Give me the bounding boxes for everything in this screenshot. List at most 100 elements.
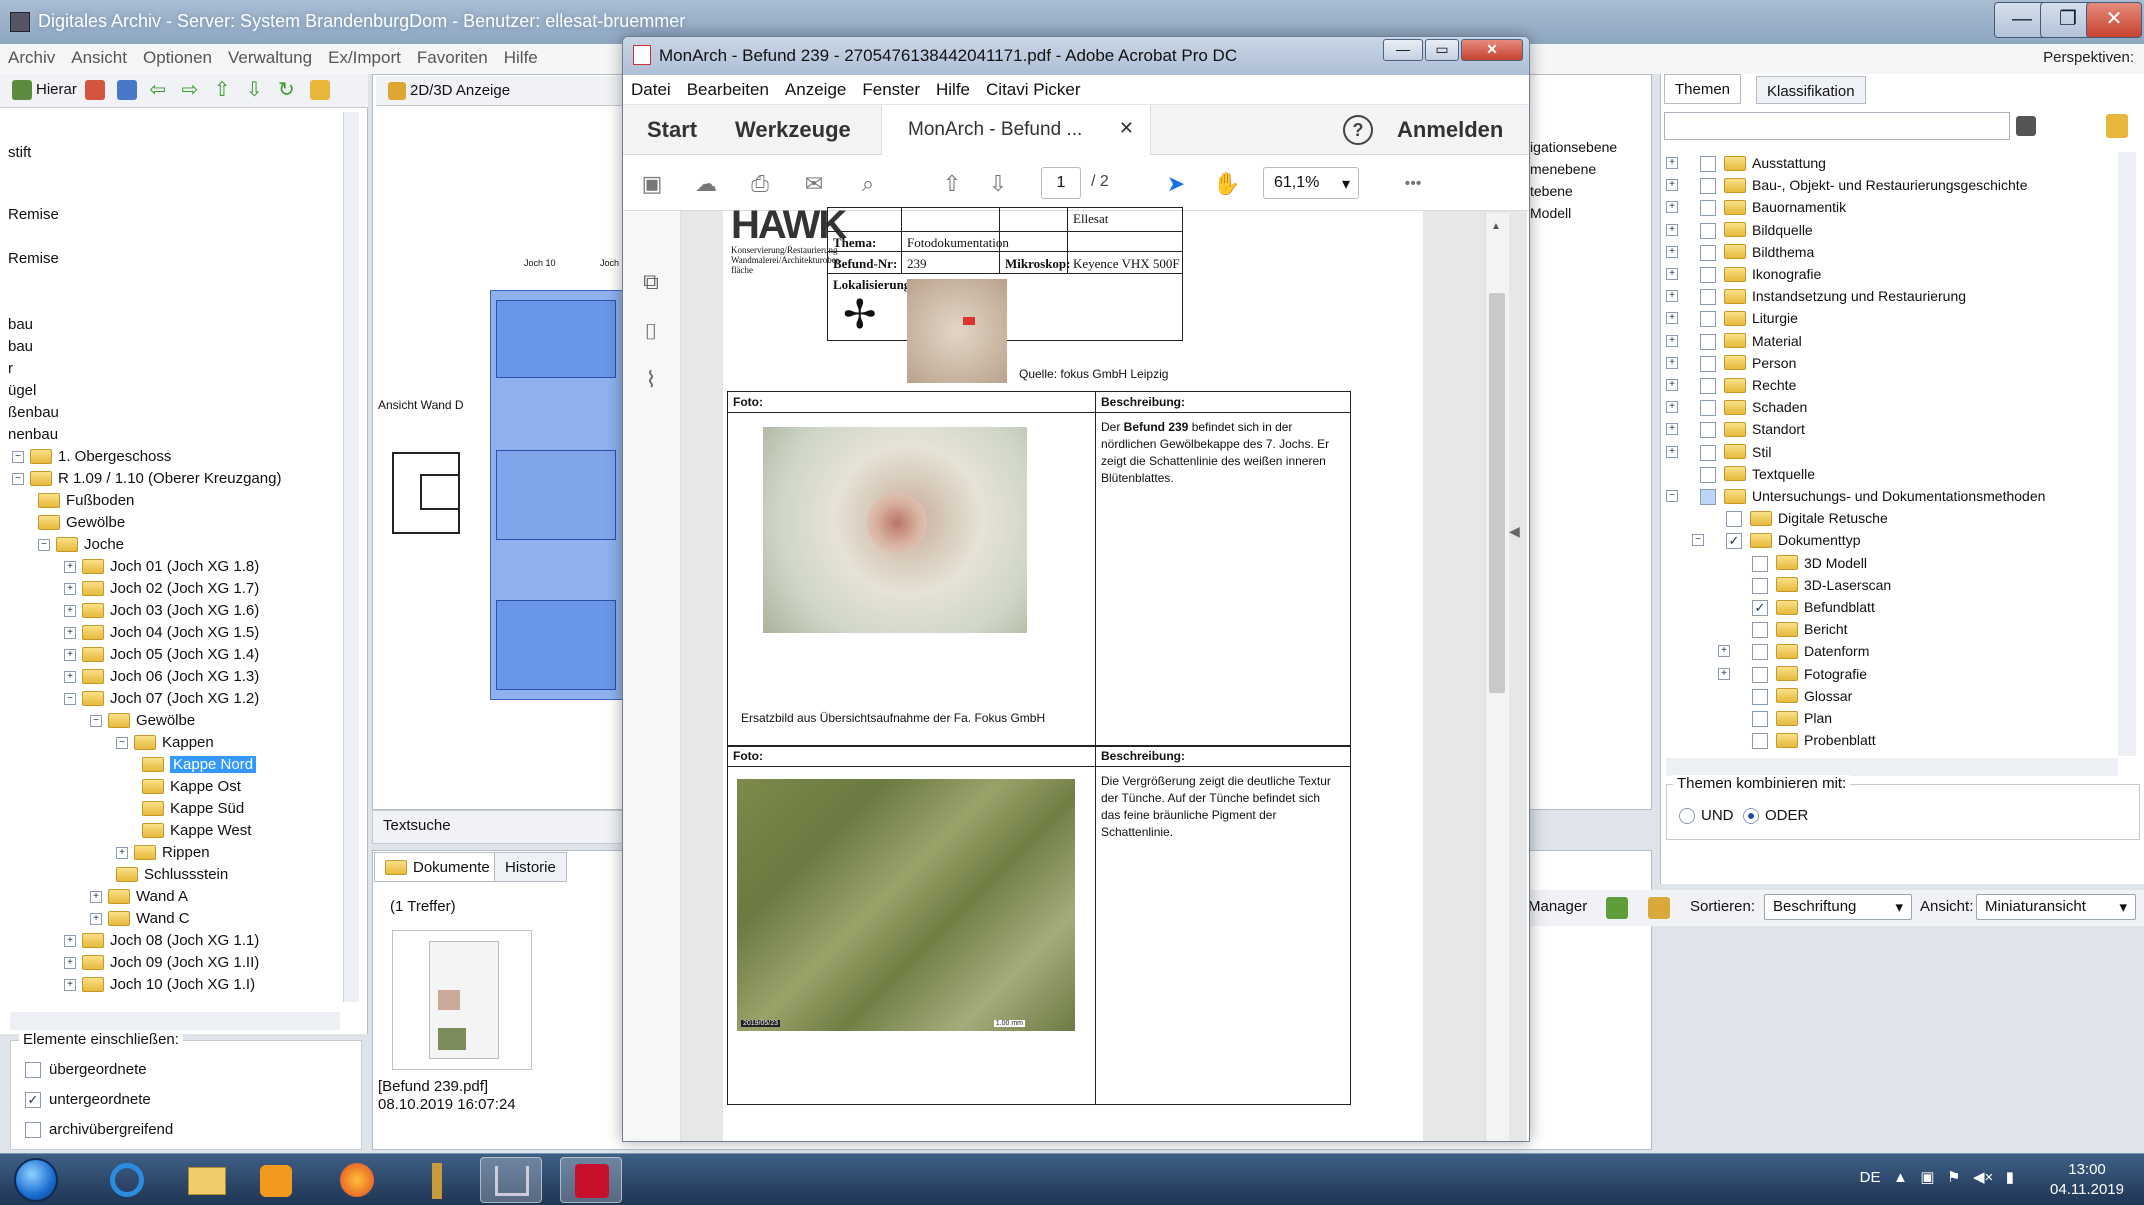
themes-vertical-scrollbar[interactable]: [2118, 152, 2136, 756]
expander-icon[interactable]: −: [12, 451, 24, 464]
tree-node[interactable]: stift: [8, 142, 31, 164]
menu-favoriten[interactable]: Favoriten: [409, 44, 496, 68]
expander-icon[interactable]: +: [64, 957, 76, 970]
expander-icon[interactable]: −: [1666, 490, 1678, 502]
zoom-select[interactable]: 61,1% ▾: [1263, 167, 1359, 199]
expander-icon[interactable]: +: [64, 605, 76, 618]
save-icon[interactable]: ▣: [639, 171, 665, 197]
firefox-icon[interactable]: [326, 1157, 388, 1203]
tree-node[interactable]: Remise: [8, 204, 59, 226]
tree-node[interactable]: + Rippen: [116, 842, 210, 864]
menu-fenster[interactable]: Fenster: [854, 75, 928, 105]
theme-node[interactable]: + Rechte: [1666, 374, 1796, 396]
checkbox-icon[interactable]: [1700, 289, 1716, 306]
close-button[interactable]: ✕: [2086, 2, 2142, 38]
expander-icon[interactable]: +: [1666, 334, 1678, 347]
acrobat-icon[interactable]: [560, 1157, 622, 1203]
theme-node[interactable]: + Ausstattung: [1666, 152, 1826, 174]
checkbox-icon[interactable]: [1700, 200, 1716, 217]
previous-page-icon[interactable]: ⇧: [939, 171, 965, 197]
tree-node[interactable]: Gewölbe: [38, 512, 125, 534]
include-checkbox-parent[interactable]: übergeordnete: [25, 1061, 147, 1079]
menu-verwaltung[interactable]: Verwaltung: [220, 44, 320, 68]
expander-icon[interactable]: +: [1666, 201, 1678, 214]
checkbox-icon[interactable]: [1752, 666, 1768, 683]
arrow-down-icon[interactable]: ⇩: [246, 80, 266, 100]
theme-filter-icon[interactable]: [2016, 116, 2036, 136]
checkbox-icon[interactable]: [1700, 466, 1716, 483]
tree-node[interactable]: ügel: [8, 380, 36, 402]
document-name[interactable]: [Befund 239.pdf]: [378, 1078, 488, 1095]
tree-node[interactable]: + Joch 03 (Joch XG 1.6): [64, 600, 259, 622]
page-number-input[interactable]: 1: [1041, 167, 1081, 199]
tree-node[interactable]: − Joch 07 (Joch XG 1.2): [64, 688, 259, 710]
tab-dokumente[interactable]: Dokumente: [374, 852, 501, 882]
monarch-icon[interactable]: [480, 1157, 542, 1203]
expander-icon[interactable]: +: [1666, 312, 1678, 325]
theme-node[interactable]: Digitale Retusche: [1726, 507, 1888, 529]
acrobat-close-button[interactable]: ✕: [1461, 39, 1523, 61]
expander-icon[interactable]: +: [1666, 290, 1678, 303]
theme-node[interactable]: + Datenform: [1718, 640, 1869, 662]
tree-node[interactable]: Kappe Ost: [142, 776, 241, 798]
expander-icon[interactable]: +: [1666, 179, 1678, 192]
theme-node[interactable]: + Liturgie: [1666, 307, 1798, 329]
expander-icon[interactable]: +: [1666, 268, 1678, 280]
refresh-icon[interactable]: ↻: [278, 80, 298, 100]
menu-bearbeiten[interactable]: Bearbeiten: [679, 75, 777, 105]
theme-node[interactable]: − Untersuchungs- und Dokumentationsmethod…: [1666, 485, 2045, 507]
tree-node[interactable]: bau: [8, 314, 33, 336]
tool-blue-icon[interactable]: [117, 80, 138, 100]
tree-node[interactable]: − Gewölbe: [90, 710, 195, 732]
expander-icon[interactable]: −: [38, 539, 50, 552]
email-icon[interactable]: ✉: [801, 171, 827, 197]
menu-archiv[interactable]: Archiv: [0, 44, 63, 68]
start-button-icon[interactable]: [14, 1158, 58, 1202]
plan-region[interactable]: [496, 300, 616, 378]
expander-icon[interactable]: +: [1666, 401, 1678, 414]
menu-citavi-picker[interactable]: Citavi Picker: [978, 75, 1088, 105]
app-tool-icon[interactable]: [406, 1157, 468, 1203]
help-icon[interactable]: ?: [1343, 115, 1373, 145]
language-indicator[interactable]: DE: [1860, 1169, 1881, 1186]
select-cursor-icon[interactable]: ➤: [1163, 171, 1189, 197]
scroll-up-icon[interactable]: ▲: [1491, 221, 1501, 232]
tab-werkzeuge[interactable]: Werkzeuge: [735, 117, 851, 143]
expander-icon[interactable]: +: [1718, 645, 1730, 658]
tree-node[interactable]: Schlussstein: [116, 864, 228, 886]
menu-datei[interactable]: Datei: [623, 75, 679, 105]
theme-node[interactable]: Textquelle: [1700, 463, 1815, 485]
tab-klassifikation[interactable]: Klassifikation: [1756, 76, 1866, 104]
theme-node[interactable]: + Ikonografie: [1666, 263, 1821, 285]
tree-node[interactable]: bau: [8, 336, 33, 358]
checkbox-checked-icon[interactable]: ✓: [1726, 533, 1742, 550]
tab-historie[interactable]: Historie: [494, 852, 567, 882]
theme-node[interactable]: + Standort: [1666, 418, 1805, 440]
expander-icon[interactable]: +: [90, 891, 102, 904]
hand-tool-icon[interactable]: ✋: [1213, 171, 1240, 197]
include-checkbox-children[interactable]: ✓ untergeordnete: [25, 1091, 151, 1109]
tree-node[interactable]: + Joch 04 (Joch XG 1.5): [64, 622, 259, 644]
expander-icon[interactable]: +: [64, 979, 76, 992]
signin-button[interactable]: Anmelden: [1397, 117, 1503, 143]
expander-icon[interactable]: +: [64, 561, 76, 574]
media-player-icon[interactable]: [246, 1157, 308, 1203]
collapse-right-icon[interactable]: ◀: [1509, 523, 1520, 540]
checkbox-checked-icon[interactable]: ✓: [25, 1092, 41, 1109]
tree-node[interactable]: + Joch 02 (Joch XG 1.7): [64, 578, 259, 600]
tree-node[interactable]: − Joche: [38, 534, 124, 556]
menu-ansicht[interactable]: Ansicht: [63, 44, 135, 68]
tree-node[interactable]: + Wand C: [90, 908, 190, 930]
menu-hilfe[interactable]: Hilfe: [928, 75, 978, 105]
theme-node[interactable]: 3D Modell: [1752, 552, 1867, 574]
theme-node[interactable]: + Schaden: [1666, 396, 1807, 418]
more-tools-icon[interactable]: •••: [1393, 171, 1433, 197]
expander-icon[interactable]: +: [90, 913, 102, 926]
theme-node[interactable]: + Person: [1666, 352, 1796, 374]
theme-node[interactable]: − ✓ Dokumenttyp: [1692, 529, 1860, 551]
bookmark-icon[interactable]: ⌷: [639, 319, 663, 347]
tree-node[interactable]: Kappe West: [142, 820, 251, 842]
checkbox-icon[interactable]: [1700, 178, 1716, 195]
document-icon[interactable]: [1648, 897, 1670, 919]
expander-icon[interactable]: −: [64, 693, 76, 706]
